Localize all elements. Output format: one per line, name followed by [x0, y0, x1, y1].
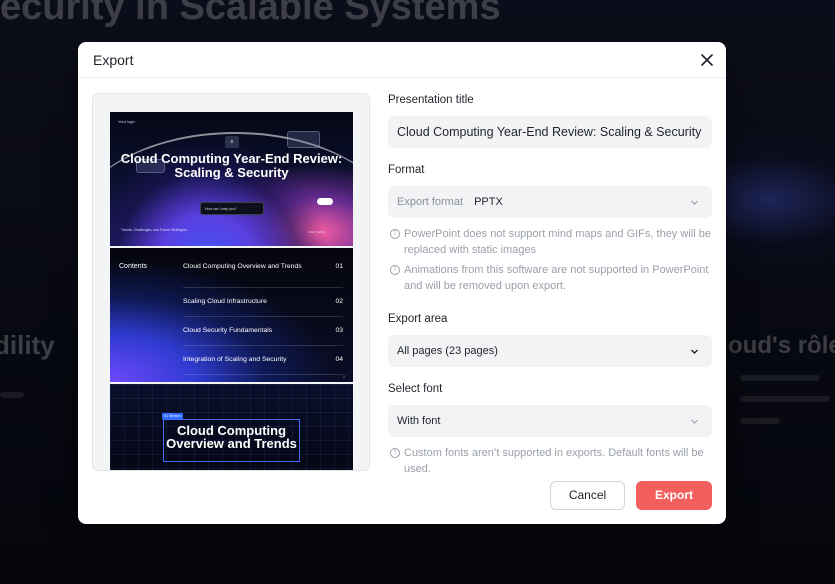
slide-title: Cloud Computing Year-End Review: Scaling…	[120, 151, 343, 180]
select-font-label: Select font	[388, 383, 443, 395]
format-label: Format	[388, 164, 425, 176]
slide-logo: Your logo	[118, 119, 135, 124]
slide-preview[interactable]: Your logo ≡ Cloud Computing Year-End Rev…	[92, 93, 370, 471]
export-area-value: All pages (23 pages)	[397, 345, 498, 357]
presentation-title-label: Presentation title	[388, 94, 474, 106]
hint-animations-text: Animations from this software are not su…	[404, 264, 709, 292]
font-select[interactable]: With font	[388, 405, 712, 437]
hint-animations: ! Animations from this software are not …	[388, 262, 712, 294]
slide-badge	[317, 198, 333, 205]
contents-item-label: Cloud Computing Overview and Trends	[183, 263, 302, 270]
chevron-down-icon	[691, 419, 698, 424]
dialog-header: Export	[78, 42, 726, 78]
export-form: Presentation title Cloud Computing Year-…	[388, 92, 712, 472]
info-icon: !	[390, 229, 400, 239]
hint-mindmaps-text: PowerPoint does not support mind maps an…	[404, 228, 711, 256]
contents-item: Integration of Scaling and Security 04	[183, 346, 343, 375]
export-format-display: Export format PPTX	[397, 196, 503, 208]
export-button[interactable]: Export	[636, 481, 712, 510]
chevron-down-icon	[691, 349, 698, 354]
slide-thumbnail-1: Your logo ≡ Cloud Computing Year-End Rev…	[110, 112, 353, 246]
info-icon: !	[390, 265, 400, 275]
font-select-value: With font	[397, 415, 441, 427]
close-button[interactable]	[698, 51, 716, 69]
section-title: Cloud Computing Overview and Trends	[166, 423, 297, 451]
info-icon: !	[390, 448, 400, 458]
hint-mindmaps: ! PowerPoint does not support mind maps …	[388, 226, 712, 258]
contents-item-number: 01	[335, 263, 343, 270]
export-format-prefix: Export format	[397, 196, 464, 208]
hint-fonts-text: Custom fonts aren’t supported in exports…	[404, 447, 704, 472]
hint-fonts: ! Custom fonts aren’t supported in expor…	[388, 445, 712, 472]
export-dialog: Export Your logo ≡ Cloud Computing Year-…	[78, 42, 726, 524]
contents-item: Cloud Computing Overview and Trends 01	[183, 262, 343, 288]
export-area-label: Export area	[388, 313, 448, 325]
slide-thumbnail-3: 01 Section Cloud Computing Overview and …	[110, 384, 353, 470]
slide-prompt-box: How can I help you?	[200, 202, 264, 215]
contents-list: Cloud Computing Overview and Trends 01 S…	[183, 262, 343, 375]
slide-footer: 2024 | 12/31	[308, 230, 325, 234]
slide-thumbnail-2: Contents Cloud Computing Overview and Tr…	[110, 248, 353, 382]
close-icon	[701, 54, 713, 66]
contents-item: Cloud Security Fundamentals 03	[183, 317, 343, 346]
slide-chip-icon: ≡	[225, 136, 239, 148]
dialog-title: Export	[93, 52, 134, 68]
slide-page-number: 2	[343, 375, 345, 379]
contents-heading: Contents	[119, 263, 148, 270]
presentation-title-input[interactable]: Cloud Computing Year-End Review: Scaling…	[388, 116, 712, 148]
contents-item-label: Cloud Security Fundamentals	[183, 327, 273, 334]
contents-item-number: 02	[335, 298, 343, 305]
cancel-button[interactable]: Cancel	[550, 481, 625, 510]
chevron-down-icon	[691, 200, 698, 205]
export-area-select[interactable]: All pages (23 pages)	[388, 335, 712, 367]
export-format-select[interactable]: Export format PPTX	[388, 186, 712, 218]
contents-item-number: 03	[335, 327, 343, 334]
contents-item-label: Integration of Scaling and Security	[183, 356, 287, 363]
contents-item-number: 04	[335, 356, 343, 363]
contents-item: Scaling Cloud Infrastructure 02	[183, 288, 343, 317]
slide-card	[287, 131, 320, 148]
export-format-value: PPTX	[474, 196, 503, 208]
contents-item-label: Scaling Cloud Infrastructure	[183, 298, 267, 305]
slide-subtitle: Trends, Challenges, and Future Strategie…	[121, 228, 187, 232]
